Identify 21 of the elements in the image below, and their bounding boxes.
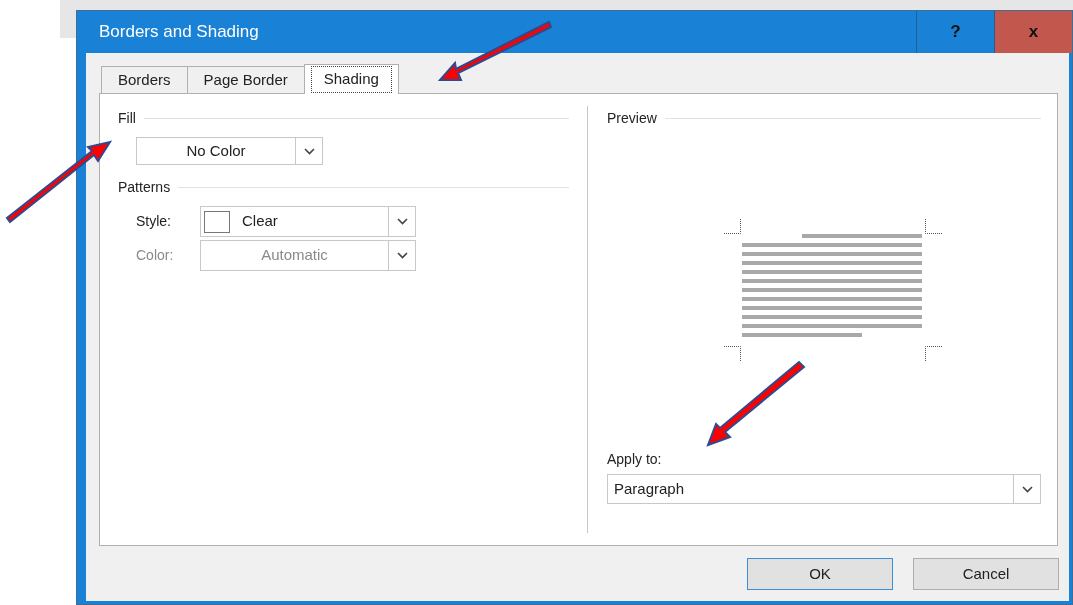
- apply-to-label: Apply to:: [607, 450, 663, 469]
- chevron-down-icon: [303, 147, 315, 155]
- apply-to-dropdown[interactable]: Paragraph: [607, 474, 1041, 504]
- section-heading: Preview: [607, 109, 657, 128]
- chevron-down-icon: [396, 218, 408, 225]
- window-title: Borders and Shading: [99, 21, 259, 44]
- pattern-swatch-icon: [204, 210, 230, 233]
- close-button[interactable]: x: [994, 11, 1072, 53]
- field-label: Style:: [136, 212, 172, 231]
- pattern-style-dropdown[interactable]: Clear: [200, 206, 416, 237]
- tab[interactable]: Borders: [101, 66, 188, 93]
- field-label: Color:: [136, 246, 175, 265]
- ok-button[interactable]: OK: [747, 558, 893, 590]
- fill-color-dropdown[interactable]: No Color: [136, 137, 323, 165]
- tab[interactable]: Shading: [303, 64, 399, 94]
- chevron-down-icon: [396, 252, 408, 259]
- cancel-button[interactable]: Cancel: [913, 558, 1059, 590]
- pattern-color-dropdown: Automatic: [200, 240, 416, 271]
- section-heading: Patterns: [118, 178, 171, 197]
- chevron-down-icon: [1021, 485, 1033, 493]
- section-heading: Fill: [118, 109, 136, 128]
